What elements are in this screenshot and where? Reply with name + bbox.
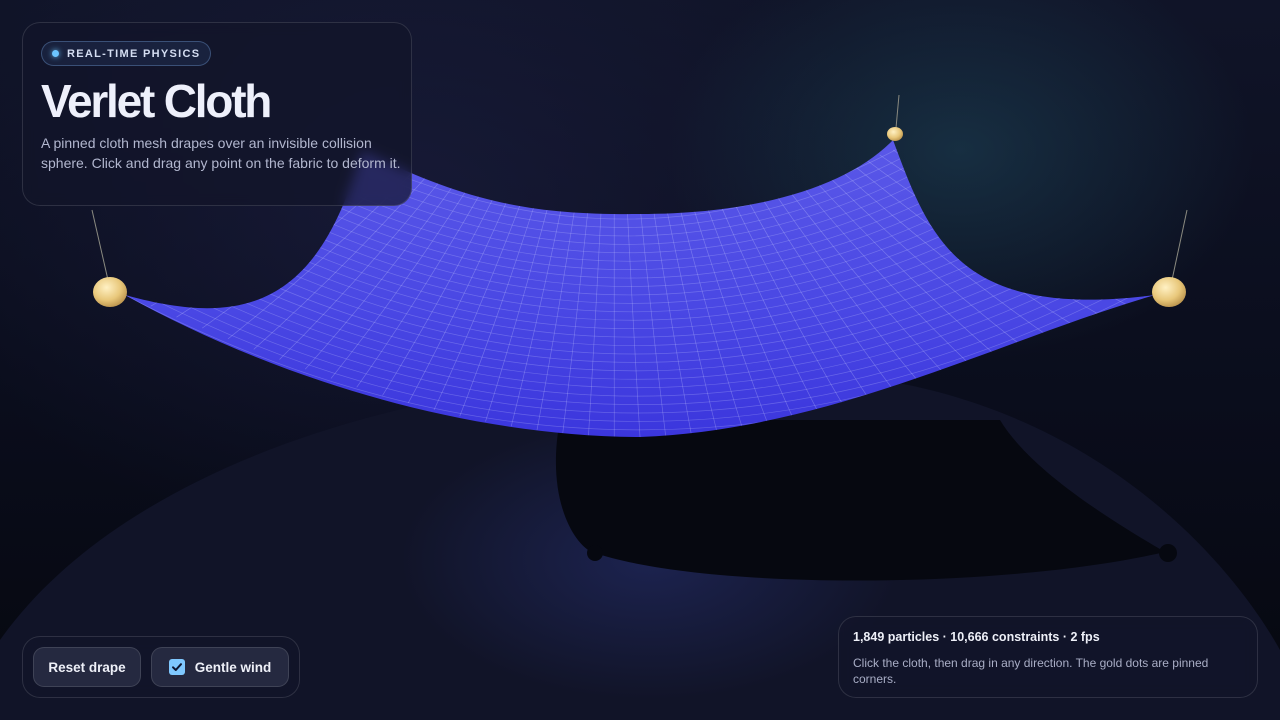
shadow-pin-right — [1159, 544, 1177, 562]
checkmark-icon — [171, 663, 182, 671]
page-description: A pinned cloth mesh drapes over an invis… — [41, 135, 401, 171]
live-dot-icon — [52, 50, 59, 57]
stats-panel: 1,849 particles · 10,666 constraints · 2… — [838, 616, 1258, 698]
wind-checkbox[interactable] — [168, 659, 185, 675]
pin-string-back — [895, 94, 900, 129]
badge-label: REAL-TIME PHYSICS — [67, 47, 201, 60]
reset-drape-label: Reset drape — [48, 659, 126, 675]
gentle-wind-label: Gentle wind — [194, 659, 272, 675]
pin-string-left — [91, 209, 109, 281]
shadow-pin-left — [587, 545, 603, 561]
page-title: Verlet Cloth — [41, 75, 272, 127]
title-card: REAL-TIME PHYSICS Verlet Cloth A pinned … — [22, 22, 412, 206]
pin-left[interactable] — [93, 277, 127, 307]
pin-right[interactable] — [1152, 277, 1186, 307]
simulation-stats: 1,849 particles · 10,666 constraints · 2… — [853, 630, 1100, 644]
controls-bar: Reset drape Gentle wind — [22, 636, 300, 698]
cloth-shadow — [555, 420, 1165, 581]
reset-drape-button[interactable]: Reset drape — [33, 647, 141, 687]
pin-string-right — [1171, 209, 1188, 281]
realtime-badge: REAL-TIME PHYSICS — [41, 41, 212, 66]
pin-back[interactable] — [887, 127, 903, 141]
usage-hint: Click the cloth, then drag in any direct… — [853, 656, 1209, 686]
gentle-wind-toggle[interactable]: Gentle wind — [151, 647, 289, 687]
